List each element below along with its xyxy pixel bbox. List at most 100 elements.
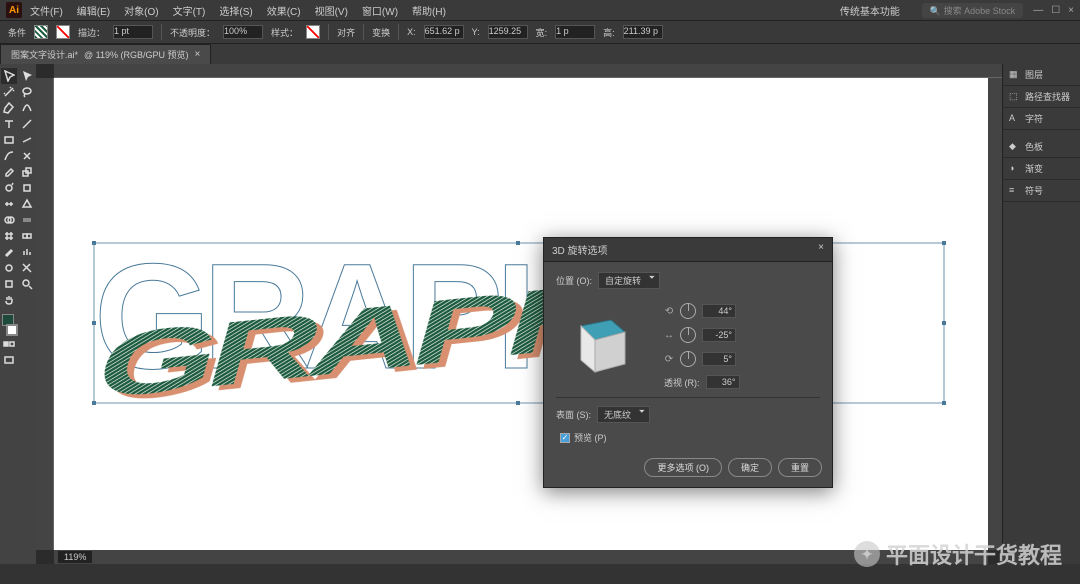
dialog-title: 3D 旋转选项 — [552, 242, 608, 257]
panel-swatches[interactable]: ◆色板 — [1003, 136, 1080, 158]
direct-selection-tool[interactable] — [19, 68, 35, 84]
line-tool[interactable] — [19, 116, 35, 132]
shape-builder-tool[interactable] — [1, 212, 17, 228]
surface-select[interactable]: 无底纹 — [597, 406, 650, 423]
stroke-weight-input[interactable]: 1 pt — [113, 25, 153, 39]
eraser-tool[interactable] — [1, 164, 17, 180]
document-close-icon[interactable]: × — [195, 49, 201, 60]
window-min-icon[interactable]: — — [1033, 5, 1043, 16]
menu-type[interactable]: 文字(T) — [167, 1, 212, 20]
reset-button[interactable]: 重置 — [778, 458, 822, 477]
zoom-level-input[interactable]: 119% — [58, 551, 92, 563]
tool-panel-right-col — [18, 64, 36, 564]
dialog-close-icon[interactable]: × — [818, 242, 824, 257]
scissors-tool[interactable] — [19, 148, 35, 164]
workspace-title[interactable]: 传统基本功能 — [840, 3, 920, 18]
zoom-tool[interactable] — [19, 276, 35, 292]
artboard[interactable]: GRAPHIC GRAPHIC GRAPHIC — [54, 78, 988, 550]
slice-tool[interactable] — [19, 260, 35, 276]
type-icon: A — [1009, 113, 1021, 125]
axis-z-icon: ⟳ — [664, 354, 674, 365]
type-tool[interactable] — [1, 116, 17, 132]
axis-x-dial[interactable] — [680, 303, 696, 319]
stock-search[interactable]: 🔍 搜索 Adobe Stock — [922, 3, 1023, 18]
width-tool[interactable] — [1, 196, 17, 212]
menu-window[interactable]: 窗口(W) — [356, 1, 404, 20]
menu-help[interactable]: 帮助(H) — [406, 1, 452, 20]
stroke-swatch[interactable] — [56, 25, 70, 39]
screen-mode-toggle[interactable] — [1, 352, 17, 368]
perspective-tool[interactable] — [19, 196, 35, 212]
axis-y-dial[interactable] — [680, 327, 696, 343]
mesh-tool[interactable] — [1, 228, 17, 244]
panel-symbols[interactable]: ≡符号 — [1003, 180, 1080, 202]
menubar: Ai 文件(F) 编辑(E) 对象(O) 文字(T) 选择(S) 效果(C) 视… — [0, 0, 1080, 20]
menu-view[interactable]: 视图(V) — [309, 1, 354, 20]
preview-checkbox[interactable]: ✓ — [560, 433, 570, 443]
lasso-tool[interactable] — [19, 84, 35, 100]
menu-edit[interactable]: 编辑(E) — [71, 1, 116, 20]
fill-swatch[interactable] — [34, 25, 48, 39]
panel-gradient[interactable]: ◑渐变 — [1003, 158, 1080, 180]
w-input[interactable]: 1 p — [555, 25, 595, 39]
style-swatch[interactable] — [306, 25, 320, 39]
window-max-icon[interactable]: ☐ — [1051, 5, 1060, 16]
preview-label: 预览 (P) — [574, 431, 607, 444]
artboard-tool[interactable] — [1, 276, 17, 292]
document-tab[interactable]: 图案文字设计.ai* @ 119% (RGB/GPU 预览) × — [0, 44, 211, 64]
align-button[interactable]: 对齐 — [337, 26, 355, 39]
eyedropper-tool[interactable] — [1, 244, 17, 260]
wechat-icon: ✦ — [854, 541, 880, 567]
x-input[interactable]: 651.62 p — [424, 25, 464, 39]
magic-wand-tool[interactable] — [1, 84, 17, 100]
blend-tool[interactable] — [19, 228, 35, 244]
y-input[interactable]: 1259.25 — [488, 25, 528, 39]
brush-tool[interactable] — [1, 148, 17, 164]
opacity-input[interactable]: 100% — [223, 25, 263, 39]
style-label: 样式： — [271, 26, 298, 39]
axis-y-input[interactable] — [702, 328, 736, 342]
scrollbar-vertical[interactable] — [988, 78, 1002, 550]
hand-tool[interactable] — [1, 292, 17, 308]
canvas-area: GRAPHIC GRAPHIC GRAPHIC 119% — [36, 64, 1002, 564]
panel-character[interactable]: A字符 — [1003, 108, 1080, 130]
document-tab-suffix: @ 119% (RGB/GPU 预览) — [84, 48, 189, 61]
position-label: 位置 (O): — [556, 274, 592, 287]
axis-x-input[interactable] — [702, 304, 736, 318]
shaper-tool[interactable] — [19, 132, 35, 148]
rectangle-tool[interactable] — [1, 132, 17, 148]
axis-z-dial[interactable] — [680, 351, 696, 367]
axis-y-icon: ↔ — [664, 330, 674, 341]
ok-button[interactable]: 确定 — [728, 458, 772, 477]
rotate-tool[interactable] — [1, 180, 17, 196]
h-input[interactable]: 211.39 p — [623, 25, 663, 39]
position-select[interactable]: 自定旋转 — [598, 272, 660, 289]
perspective-input[interactable] — [706, 375, 740, 389]
more-options-button[interactable]: 更多选项 (O) — [644, 458, 722, 477]
graph-tool[interactable] — [19, 244, 35, 260]
fill-stroke-control[interactable] — [0, 314, 18, 336]
rotation-cube-preview[interactable] — [556, 297, 646, 387]
selection-tool[interactable] — [1, 68, 17, 84]
3d-rotate-dialog: 3D 旋转选项 × 位置 (O): 自定旋转 ⟲ — [543, 237, 833, 488]
curvature-tool[interactable] — [19, 100, 35, 116]
gradient-tool[interactable] — [19, 212, 35, 228]
menu-select[interactable]: 选择(S) — [213, 1, 258, 20]
free-transform-tool[interactable] — [19, 180, 35, 196]
transform-button[interactable]: 变换 — [372, 26, 390, 39]
scale-tool[interactable] — [19, 164, 35, 180]
opacity-label: 不透明度： — [170, 26, 215, 39]
panel-layers[interactable]: ▦图层 — [1003, 64, 1080, 86]
symbol-tool[interactable] — [1, 260, 17, 276]
panel-pathfinder[interactable]: ⬚路径查找器 — [1003, 86, 1080, 108]
right-panel: ▦图层 ⬚路径查找器 A字符 ◆色板 ◑渐变 ≡符号 — [1002, 64, 1080, 564]
watermark: ✦ 平面设计干货教程 — [854, 538, 1062, 570]
menu-effect[interactable]: 效果(C) — [261, 1, 307, 20]
color-mode-toggle[interactable] — [1, 336, 17, 352]
menu-object[interactable]: 对象(O) — [118, 1, 164, 20]
tool-panel-left — [0, 64, 18, 564]
pen-tool[interactable] — [1, 100, 17, 116]
window-close-icon[interactable]: × — [1068, 5, 1074, 16]
axis-z-input[interactable] — [702, 352, 736, 366]
menu-file[interactable]: 文件(F) — [24, 1, 69, 20]
